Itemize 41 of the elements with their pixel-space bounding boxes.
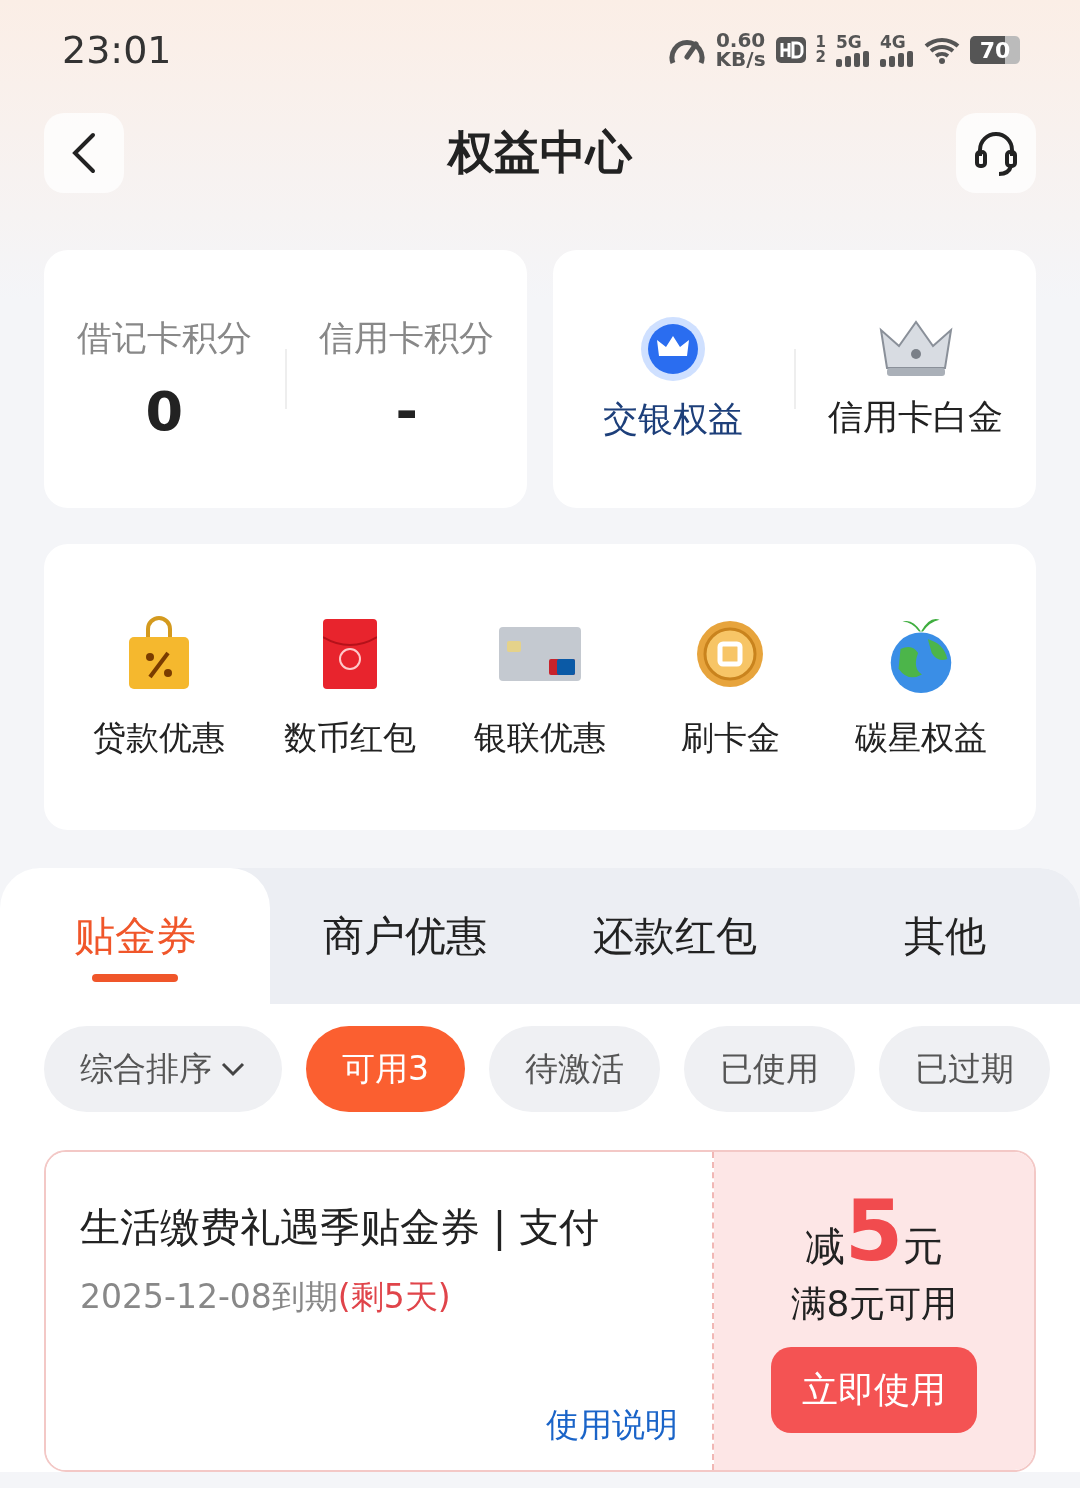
points-value: 0 bbox=[145, 380, 184, 443]
caret-icon bbox=[220, 1061, 246, 1077]
filter-chip[interactable]: 已使用 bbox=[684, 1026, 855, 1112]
hd-icon bbox=[775, 37, 806, 63]
points-value: - bbox=[395, 380, 418, 443]
wifi-icon bbox=[924, 36, 960, 64]
points-label: 借记卡积分 bbox=[76, 317, 252, 360]
shortcut-label[interactable]: 数币红包 bbox=[283, 715, 416, 761]
signal-icon bbox=[836, 50, 870, 67]
sim-label: 2 bbox=[815, 50, 826, 65]
benefit-link[interactable]: 交银权益 bbox=[603, 395, 744, 443]
signal-icon bbox=[880, 50, 914, 67]
category-tab[interactable]: 其他 bbox=[810, 868, 1080, 1004]
discount-unit: 元 bbox=[903, 1222, 944, 1271]
discount-amount: 5 bbox=[844, 1188, 904, 1274]
category-tab[interactable]: 还款红包 bbox=[540, 868, 810, 1004]
filter-chip[interactable]: 待激活 bbox=[489, 1026, 660, 1112]
discount-prefix: 减 bbox=[804, 1222, 845, 1271]
sim-label: 1 bbox=[815, 35, 826, 50]
category-tab[interactable]: 商户优惠 bbox=[270, 868, 540, 1004]
page-title: 权益中心 bbox=[448, 124, 632, 181]
filter-chip[interactable]: 已过期 bbox=[879, 1026, 1050, 1112]
expiry-date: 2025-12-08到期 bbox=[80, 1277, 338, 1316]
usage-condition: 满8元可用 bbox=[790, 1282, 958, 1326]
coupon-title: 生活缴费礼遇季贴金券 | 支付 bbox=[80, 1203, 600, 1253]
speed-value: 0.60 bbox=[715, 31, 766, 50]
network-label: 4G bbox=[880, 33, 906, 51]
status-time: 23:01 bbox=[62, 28, 172, 72]
speed-unit: KB/s bbox=[715, 50, 766, 69]
shortcut-label[interactable]: 刷卡金 bbox=[680, 715, 780, 761]
days-remaining: (剩5天) bbox=[337, 1277, 451, 1316]
network-label: 5G bbox=[836, 33, 862, 51]
headset-button[interactable] bbox=[956, 113, 1036, 193]
points-label: 信用卡积分 bbox=[319, 317, 495, 360]
benefit-link[interactable]: 信用卡白金 bbox=[828, 393, 1004, 441]
usage-link[interactable]: 使用说明 bbox=[546, 1403, 678, 1448]
shortcut-label[interactable]: 碳星权益 bbox=[854, 715, 987, 761]
filter-chip[interactable]: 综合排序 bbox=[44, 1026, 282, 1112]
back-button[interactable] bbox=[44, 113, 124, 193]
shortcut-label[interactable]: 银联优惠 bbox=[473, 715, 606, 761]
shortcut-label[interactable]: 贷款优惠 bbox=[93, 715, 226, 761]
